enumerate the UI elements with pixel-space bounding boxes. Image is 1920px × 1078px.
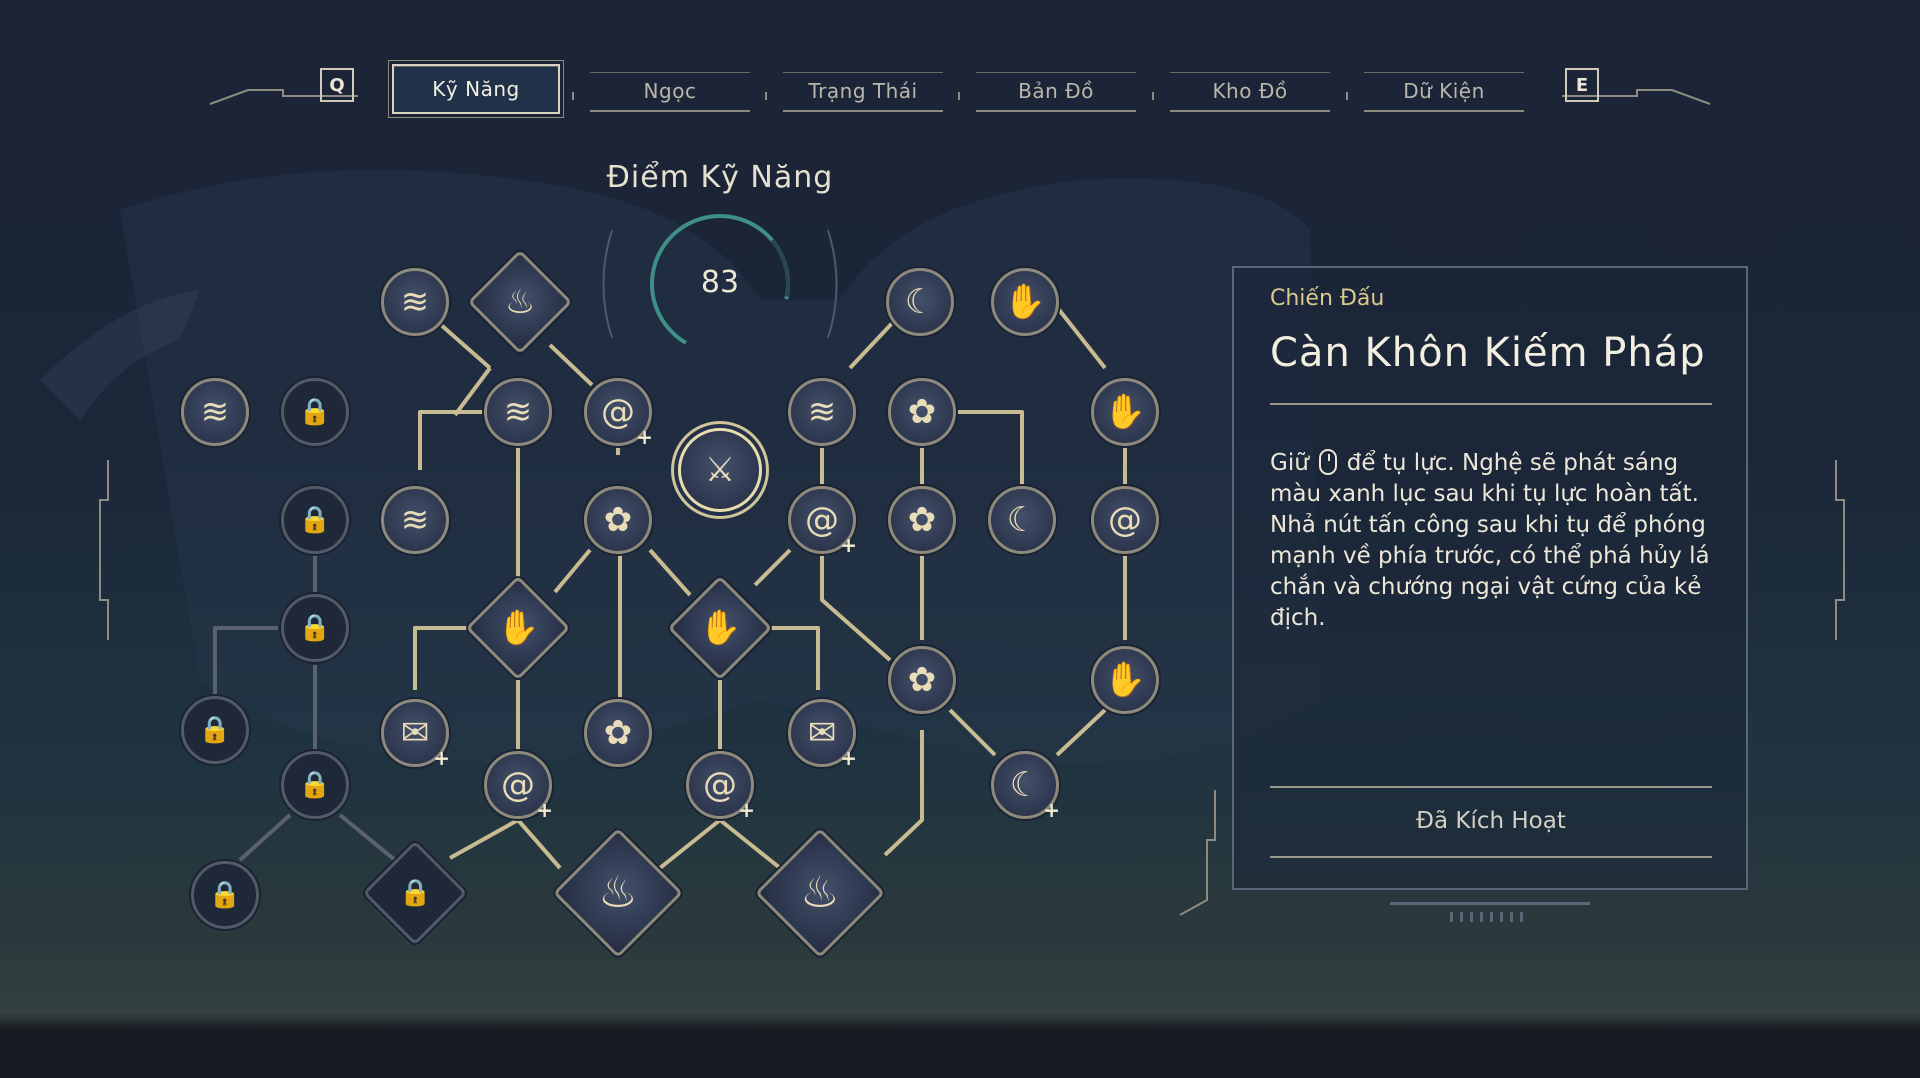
skill-node-flower[interactable]: ✿ [584,486,652,554]
status-divider-bottom [1270,856,1712,858]
wind-icon: ≋ [400,282,430,322]
wind-icon: ≋ [400,500,430,540]
skill-node-locked[interactable]: 🔒 [281,486,349,554]
skill-node-swirl-right[interactable]: @ [1091,486,1159,554]
skill-node-wind-left-2[interactable]: ≋ [381,486,449,554]
skill-node-wind-dash[interactable]: ≋ [484,378,552,446]
status-divider-top [1270,786,1712,788]
flame-icon: ♨ [800,866,840,918]
skill-node-flower-2[interactable]: ✿ [888,486,956,554]
flower-icon: ✿ [907,500,937,540]
upgrade-plus-icon: + [840,746,857,770]
skill-status: Đã Kích Hoạt [1416,808,1566,834]
upgrade-plus-icon: + [840,533,857,557]
claw-icon: ✋ [1103,660,1147,700]
skill-node-swirl-upgrade-4[interactable]: @ + [686,751,755,822]
skill-node-crescent-top[interactable]: ☾ [886,268,954,336]
lock-icon: 🔒 [208,880,242,910]
panel-footer-line [1390,902,1590,905]
wind-icon: ≋ [503,392,533,432]
flame-icon: ♨ [598,866,638,918]
scroll-icon: ✉ [400,713,430,753]
title-divider [1270,403,1712,405]
upgrade-plus-icon: + [536,798,553,822]
swirl-icon: @ [1108,500,1142,540]
skill-node-locked[interactable]: 🔒 [281,594,349,662]
skill-node-swirl-upgrade[interactable]: @ + [584,378,653,449]
upgrade-plus-icon: + [433,746,450,770]
sword-icon: ⚔ [704,450,736,490]
upgrade-plus-icon: + [636,425,653,449]
swirl-icon: @ [501,765,535,805]
lock-icon: 🔒 [298,397,332,427]
skill-node-claw-right-2[interactable]: ✋ [1091,646,1159,714]
left-frame-ornament [99,460,109,640]
skill-description: Giữ để tụ lực. Nghệ sẽ phát sáng màu xanh… [1270,448,1720,634]
skill-node-swirl-upgrade-2[interactable]: @ + [788,486,857,557]
flower-icon: ✿ [907,392,937,432]
lock-icon: 🔒 [298,770,332,800]
crescent-icon: ☾ [1009,765,1041,805]
skill-node-locked[interactable]: 🔒 [191,861,259,929]
lock-icon: 🔒 [298,505,332,535]
upgrade-plus-icon: + [738,798,755,822]
panel-footer-ticks [1450,912,1530,922]
scroll-icon: ✉ [807,713,837,753]
skill-node-scroll-upgrade[interactable]: ✉ + [381,699,450,770]
crescent-icon: ☾ [904,282,936,322]
skill-node-scroll-upgrade-2[interactable]: ✉ + [788,699,857,770]
desc-prefix: Giữ [1270,450,1309,476]
crescent-icon: ☾ [1006,500,1038,540]
swirl-icon: @ [703,765,737,805]
claw-icon: ✋ [1003,282,1047,322]
right-frame-ornament [1835,460,1845,640]
panel-corner-ornament [1179,790,1216,916]
skill-node-crescent-2[interactable]: ☾ [988,486,1056,554]
flame-icon: ♨ [504,281,536,322]
lock-icon: 🔒 [198,715,232,745]
skill-category: Chiến Đấu [1270,286,1385,311]
mouse-left-icon [1318,449,1337,475]
wind-icon: ≋ [807,392,837,432]
wind-icon: ≋ [200,392,230,432]
skill-node-lightning-strike[interactable]: ≋ [788,378,856,446]
skill-title: Càn Khôn Kiếm Pháp [1270,330,1706,376]
claw-icon: ✋ [698,608,742,648]
lock-icon: 🔒 [298,613,332,643]
skill-node-selected-sword-art[interactable]: ⚔ [678,428,762,512]
claw-icon: ✋ [496,608,540,648]
flower-icon: ✿ [907,660,937,700]
skill-node-wind-left[interactable]: ≋ [181,378,249,446]
skill-node-flower-spirit[interactable]: ✿ [888,378,956,446]
skill-node-locked[interactable]: 🔒 [181,696,249,764]
skill-node-flower-3[interactable]: ✿ [888,646,956,714]
skill-node-claw-top[interactable]: ✋ [991,268,1059,336]
claw-icon: ✋ [1103,392,1147,432]
swirl-icon: @ [805,500,839,540]
desc-body: để tụ lực. Nghệ sẽ phát sáng màu xanh lụ… [1270,450,1710,631]
flower-icon: ✿ [603,713,633,753]
skill-node-claw-right[interactable]: ✋ [1091,378,1159,446]
skill-node-wind-strike[interactable]: ≋ [381,268,449,336]
skill-node-crescent-upgrade[interactable]: ☾ + [991,751,1060,822]
skill-node-locked[interactable]: 🔒 [281,378,349,446]
flower-icon: ✿ [603,500,633,540]
skill-node-swirl-upgrade-3[interactable]: @ + [484,751,553,822]
skill-node-flower-4[interactable]: ✿ [584,699,652,767]
skill-node-locked[interactable]: 🔒 [281,751,349,819]
lock-icon: 🔒 [398,878,432,908]
upgrade-plus-icon: + [1043,798,1060,822]
swirl-icon: @ [601,392,635,432]
